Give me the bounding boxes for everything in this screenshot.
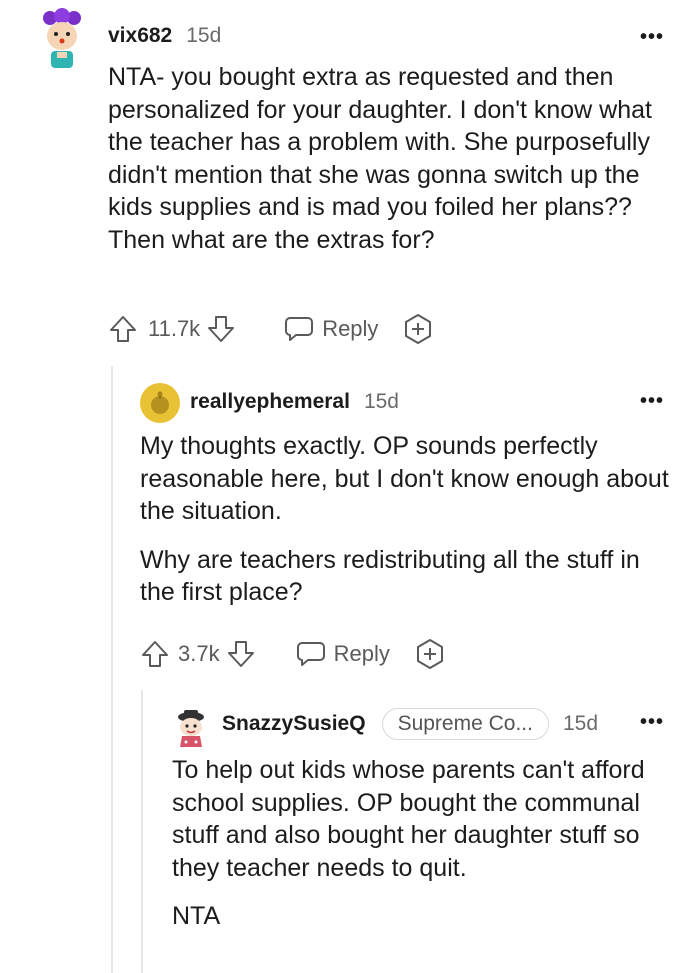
upvote-button[interactable] xyxy=(140,639,170,669)
comment-header: reallyephemeral 15d xyxy=(190,390,399,414)
comment-paragraph: NTA xyxy=(172,902,221,930)
comment-paragraph: NTA- you bought extra as requested and t… xyxy=(108,63,652,254)
username[interactable]: vix682 xyxy=(108,24,172,48)
more-options-button[interactable]: ••• xyxy=(640,390,664,413)
comment-paragraph: My thoughts exactly. OP sounds perfectly… xyxy=(140,432,669,525)
user-flair: Supreme Co... xyxy=(381,708,549,740)
comment-body: To help out kids whose parents can't aff… xyxy=(172,754,672,949)
reply-button[interactable]: Reply xyxy=(296,640,390,668)
downvote-button[interactable] xyxy=(206,314,236,344)
timestamp: 15d xyxy=(363,390,399,413)
timestamp: 15d xyxy=(562,712,599,735)
thread-line-level2[interactable] xyxy=(141,690,143,973)
comment-header: vix682 15d xyxy=(108,24,221,48)
more-options-button[interactable]: ••• xyxy=(640,26,664,49)
reply-label: Reply xyxy=(322,316,379,341)
thread-line-level1[interactable] xyxy=(111,366,113,973)
vote-count: 3.7k xyxy=(178,641,220,666)
award-plus-icon[interactable] xyxy=(414,638,446,670)
user-avatar-icon[interactable] xyxy=(172,708,210,748)
comment-body: My thoughts exactly. OP sounds perfectly… xyxy=(140,430,670,625)
comment-paragraph: Why are teachers redistributing all the … xyxy=(140,545,640,607)
upvote-button[interactable] xyxy=(108,314,138,344)
comment-body: NTA- you bought extra as requested and t… xyxy=(108,61,678,272)
comment-header: SnazzySusieQ Supreme Co... 15d xyxy=(222,708,598,740)
award-button[interactable] xyxy=(414,638,446,670)
user-avatar-icon[interactable] xyxy=(140,383,180,423)
downvote-button[interactable] xyxy=(226,639,256,669)
award-button[interactable] xyxy=(402,313,434,345)
reply-label: Reply xyxy=(333,641,390,666)
speech-bubble-icon xyxy=(285,317,314,341)
upvote-arrow-icon[interactable] xyxy=(108,314,138,344)
reply-button[interactable]: Reply xyxy=(284,315,378,343)
speech-bubble-icon xyxy=(296,642,325,666)
comment-actions: 3.7k Reply xyxy=(140,638,446,670)
username[interactable]: reallyephemeral xyxy=(190,390,350,414)
upvote-arrow-icon[interactable] xyxy=(140,639,170,669)
timestamp: 15d xyxy=(186,24,222,47)
username[interactable]: SnazzySusieQ xyxy=(222,712,366,736)
comment-actions: 11.7k Reply xyxy=(108,313,434,345)
downvote-arrow-icon[interactable] xyxy=(206,314,236,344)
downvote-arrow-icon[interactable] xyxy=(226,639,256,669)
award-plus-icon[interactable] xyxy=(402,313,434,345)
comment-paragraph: To help out kids whose parents can't aff… xyxy=(172,756,645,882)
vote-count: 11.7k xyxy=(148,316,201,341)
user-avatar-icon[interactable] xyxy=(38,8,86,70)
more-options-button[interactable]: ••• xyxy=(640,711,664,734)
